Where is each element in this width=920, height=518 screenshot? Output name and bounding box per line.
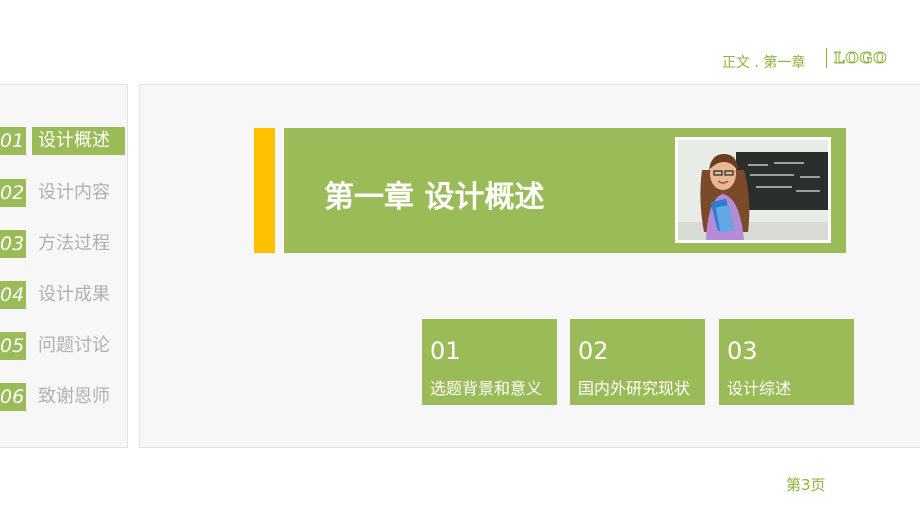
sidebar-item-3[interactable]: 03 方法过程 [0,230,128,258]
topic-card-3[interactable]: 03 设计综述 [719,319,854,405]
card-number: 01 [430,337,461,365]
chapter-banner: 第一章 设计概述 [284,128,846,253]
sidebar-item-label: 设计内容 [38,182,110,203]
topic-card-2[interactable]: 02 国内外研究现状 [570,319,705,405]
page-number: 第3页 [786,476,826,494]
card-number: 03 [727,337,758,365]
sidebar-item-label: 设计成果 [38,284,110,305]
breadcrumb: 正文 . 第一章 [722,55,806,71]
card-label: 设计综述 [727,379,792,398]
logo: LOGO [834,49,888,68]
chapter-title: 第一章 设计概述 [324,180,545,215]
sidebar-item-2[interactable]: 02 设计内容 [0,179,128,207]
accent-bar [254,128,275,253]
sidebar-item-label: 致谢恩师 [38,386,110,407]
sidebar-item-number: 03 [0,230,26,258]
chapter-photo [675,137,831,243]
sidebar-item-number: 04 [0,281,26,309]
sidebar: 01 设计概述 02 设计内容 03 方法过程 04 设计成果 05 问题讨论 … [0,84,128,448]
card-label: 国内外研究现状 [578,379,691,398]
sidebar-item-number: 02 [0,179,26,207]
sidebar-item-6[interactable]: 06 致谢恩师 [0,383,128,411]
sidebar-item-label: 问题讨论 [38,335,110,356]
sidebar-item-4[interactable]: 04 设计成果 [0,281,128,309]
sidebar-item-number: 01 [0,127,26,155]
sidebar-item-label: 方法过程 [38,233,110,254]
sidebar-item-label: 设计概述 [32,127,125,155]
card-label: 选题背景和意义 [430,379,543,398]
sidebar-item-5[interactable]: 05 问题讨论 [0,332,128,360]
logo-divider [826,48,827,68]
topic-card-1[interactable]: 01 选题背景和意义 [422,319,557,405]
sidebar-item-1[interactable]: 01 设计概述 [0,127,128,155]
sidebar-item-number: 06 [0,383,26,411]
sidebar-item-number: 05 [0,332,26,360]
card-number: 02 [578,337,609,365]
